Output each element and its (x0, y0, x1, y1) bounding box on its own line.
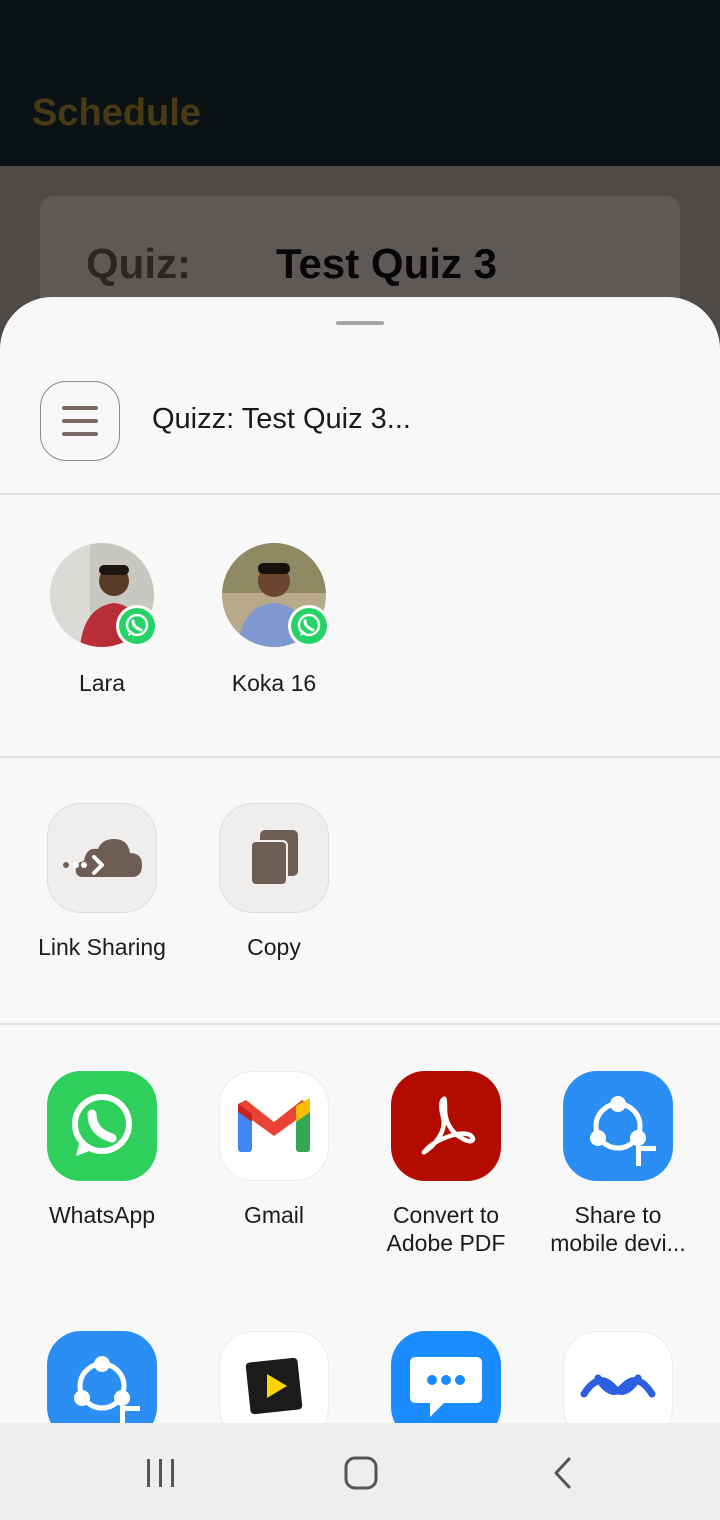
app-messages[interactable] (360, 1331, 532, 1423)
app-share-to-mobile[interactable]: Share to mobile devi... (532, 1071, 704, 1271)
navigation-bar (0, 1423, 720, 1520)
divider (0, 756, 720, 758)
link-sharing-button[interactable]: Link Sharing (16, 803, 188, 973)
text-lines-icon (62, 406, 98, 436)
smart-switch-icon (563, 1331, 673, 1423)
whatsapp-icon (47, 1071, 157, 1181)
action-label: Link Sharing (38, 934, 166, 960)
app-smart-switch[interactable] (532, 1331, 704, 1423)
back-button[interactable] (533, 1453, 593, 1493)
video-player-icon (219, 1331, 329, 1423)
app-gmail[interactable]: Gmail (188, 1071, 360, 1271)
app-label: Gmail (243, 1202, 305, 1228)
link-sharing-icon (47, 803, 157, 913)
action-label: Copy (247, 934, 301, 960)
messages-icon (391, 1331, 501, 1423)
shareit-icon (47, 1331, 157, 1423)
recent-apps-icon (147, 1459, 174, 1487)
app-label-line1: Share to (574, 1202, 662, 1228)
whatsapp-icon (288, 605, 330, 647)
divider (0, 1023, 720, 1025)
app-label-line2: mobile devi... (550, 1230, 686, 1256)
share-sheet: Quizz: Test Quiz 3... Lara Koka 16 Link … (0, 297, 720, 1423)
back-icon (554, 1457, 571, 1489)
quiz-value: Test Quiz 3 (276, 240, 497, 287)
divider (0, 493, 720, 495)
contact-name: Lara (78, 670, 126, 696)
app-shareit[interactable] (16, 1331, 188, 1423)
app-title: Schedule (32, 92, 201, 134)
copy-button[interactable]: Copy (188, 803, 360, 973)
app-header: Schedule (0, 0, 720, 166)
whatsapp-icon (116, 605, 158, 647)
app-whatsapp[interactable]: WhatsApp (16, 1071, 188, 1271)
app-label-line1: Convert to (392, 1202, 500, 1228)
home-button[interactable] (331, 1453, 391, 1493)
app-video-player[interactable] (188, 1331, 360, 1423)
shareit-icon (563, 1071, 673, 1181)
copy-icon (219, 803, 329, 913)
quiz-label: Quiz: (86, 240, 191, 287)
app-adobe-pdf[interactable]: Convert to Adobe PDF (360, 1071, 532, 1271)
gmail-icon (219, 1071, 329, 1181)
content-preview-text: Quizz: Test Quiz 3... (152, 403, 411, 435)
contact-name: Koka 16 (231, 670, 317, 696)
recent-apps-button[interactable] (131, 1453, 191, 1493)
app-label-line2: Adobe PDF (386, 1230, 506, 1256)
adobe-pdf-icon (391, 1071, 501, 1181)
drag-handle[interactable] (336, 321, 384, 325)
home-icon (344, 1456, 378, 1490)
app-label: WhatsApp (48, 1202, 156, 1228)
contact-koka[interactable]: Koka 16 (188, 543, 360, 703)
content-preview-icon (40, 381, 120, 461)
contact-lara[interactable]: Lara (16, 543, 188, 703)
